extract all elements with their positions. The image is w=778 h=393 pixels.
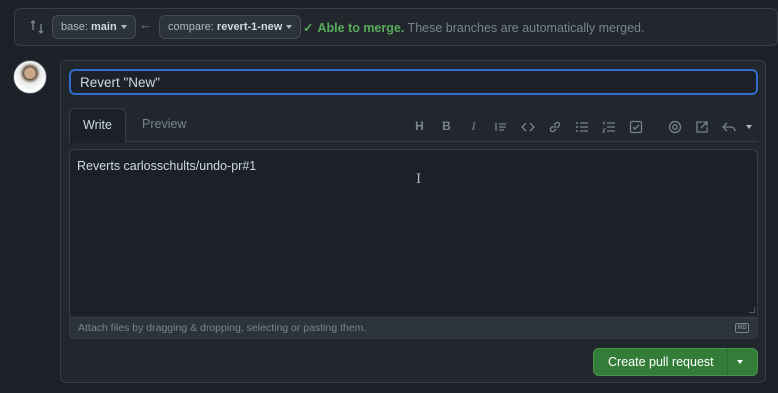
compare-branch-select[interactable]: compare: revert-1-new (159, 15, 302, 39)
markdown-icon[interactable]: MD (735, 323, 749, 333)
compare-label: compare: (168, 21, 214, 33)
chevron-down-icon (286, 25, 293, 30)
merge-status-text: These branches are automatically merged. (404, 21, 645, 35)
comment-body-text: Reverts carlosschults/undo-pr#1 (77, 159, 257, 173)
chevron-down-icon[interactable] (737, 360, 743, 364)
caret-shape (746, 124, 752, 129)
tab-preview[interactable]: Preview (129, 108, 199, 142)
bold-icon[interactable]: B (433, 116, 460, 136)
attach-hint: Attach files by dragging & dropping, sel… (78, 322, 367, 334)
arrow-left-icon: ← (139, 17, 152, 32)
italic-icon[interactable]: I (460, 116, 487, 136)
task-list-icon[interactable] (622, 116, 649, 136)
title-input[interactable] (69, 69, 758, 95)
merge-status: ✓ Able to merge. These branches are autom… (303, 20, 645, 35)
numbered-list-icon[interactable] (595, 116, 622, 136)
pull-request-form: Write Preview H B I Reverts carlosschult… (60, 60, 766, 383)
cross-reference-icon[interactable] (688, 116, 715, 136)
create-pull-request-button[interactable]: Create pull request (593, 348, 758, 376)
mention-icon[interactable] (661, 116, 688, 136)
editor-tabs: Write Preview H B I (69, 108, 758, 143)
text-cursor-icon: I (416, 172, 422, 187)
base-branch-select[interactable]: base: main (52, 15, 136, 39)
heading-icon[interactable]: H (406, 116, 433, 136)
markdown-toolbar: H B I (406, 116, 756, 136)
merge-status-ok: Able to merge. (317, 21, 405, 35)
compare-icon (30, 20, 44, 34)
heading-glyph: H (415, 119, 424, 133)
resize-handle[interactable] (749, 307, 755, 313)
compare-branch-name: revert-1-new (216, 21, 283, 33)
file-attachment-bar[interactable]: Attach files by dragging & dropping, sel… (69, 317, 758, 339)
chevron-down-icon[interactable] (742, 116, 756, 136)
link-icon[interactable] (541, 116, 568, 136)
avatar[interactable] (13, 60, 47, 94)
button-divider (727, 349, 728, 375)
quote-icon[interactable] (487, 116, 514, 136)
check-icon: ✓ (303, 21, 314, 35)
comment-body-textarea[interactable]: Reverts carlosschults/undo-pr#1 (69, 149, 758, 315)
italic-glyph: I (471, 119, 476, 133)
reply-icon[interactable] (715, 116, 742, 136)
base-branch-name: main (90, 21, 117, 33)
code-icon[interactable] (514, 116, 541, 136)
create-pull-request-label: Create pull request (608, 355, 714, 369)
base-label: base: (61, 21, 88, 33)
bold-glyph: B (442, 119, 451, 133)
chevron-down-icon (120, 25, 127, 30)
tab-write[interactable]: Write (69, 108, 126, 143)
bulleted-list-icon[interactable] (568, 116, 595, 136)
markdown-badge-text: MD (737, 325, 747, 331)
compare-bar: base: main ← compare: revert-1-new ✓ Able… (14, 8, 778, 46)
